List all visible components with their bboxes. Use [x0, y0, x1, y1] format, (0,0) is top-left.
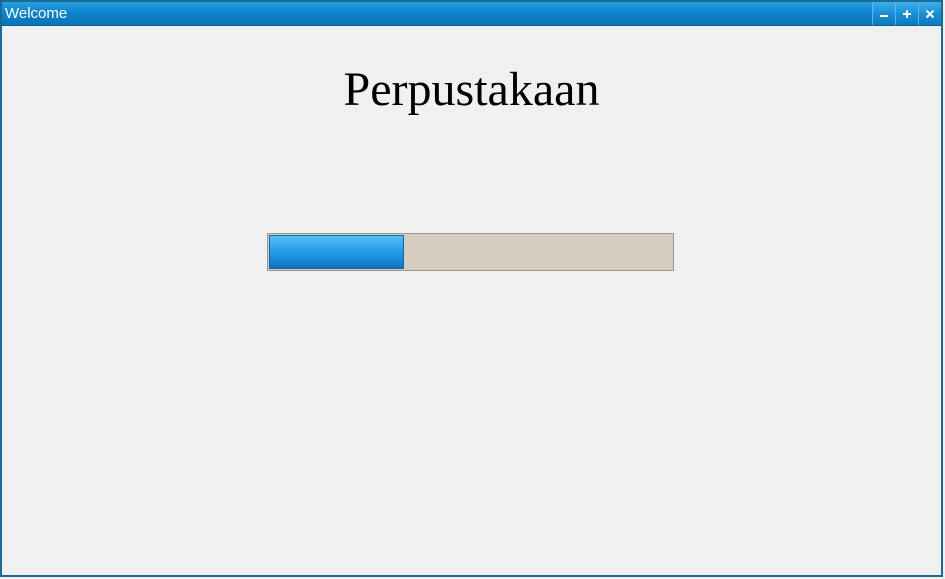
minimize-button[interactable]	[872, 2, 895, 25]
app-heading: Perpustakaan	[343, 63, 600, 116]
window-controls	[872, 2, 941, 25]
title-bar[interactable]: Welcome	[2, 2, 941, 26]
close-icon	[925, 9, 935, 19]
minimize-icon	[879, 9, 889, 19]
progress-fill	[269, 235, 404, 269]
maximize-icon	[902, 9, 912, 19]
window-title: Welcome	[5, 5, 68, 22]
window-content: Perpustakaan	[2, 26, 941, 575]
close-button[interactable]	[918, 2, 941, 25]
maximize-button[interactable]	[895, 2, 918, 25]
app-window: Welcome Perpustakaan	[0, 0, 943, 577]
loading-progress-bar	[267, 233, 674, 271]
